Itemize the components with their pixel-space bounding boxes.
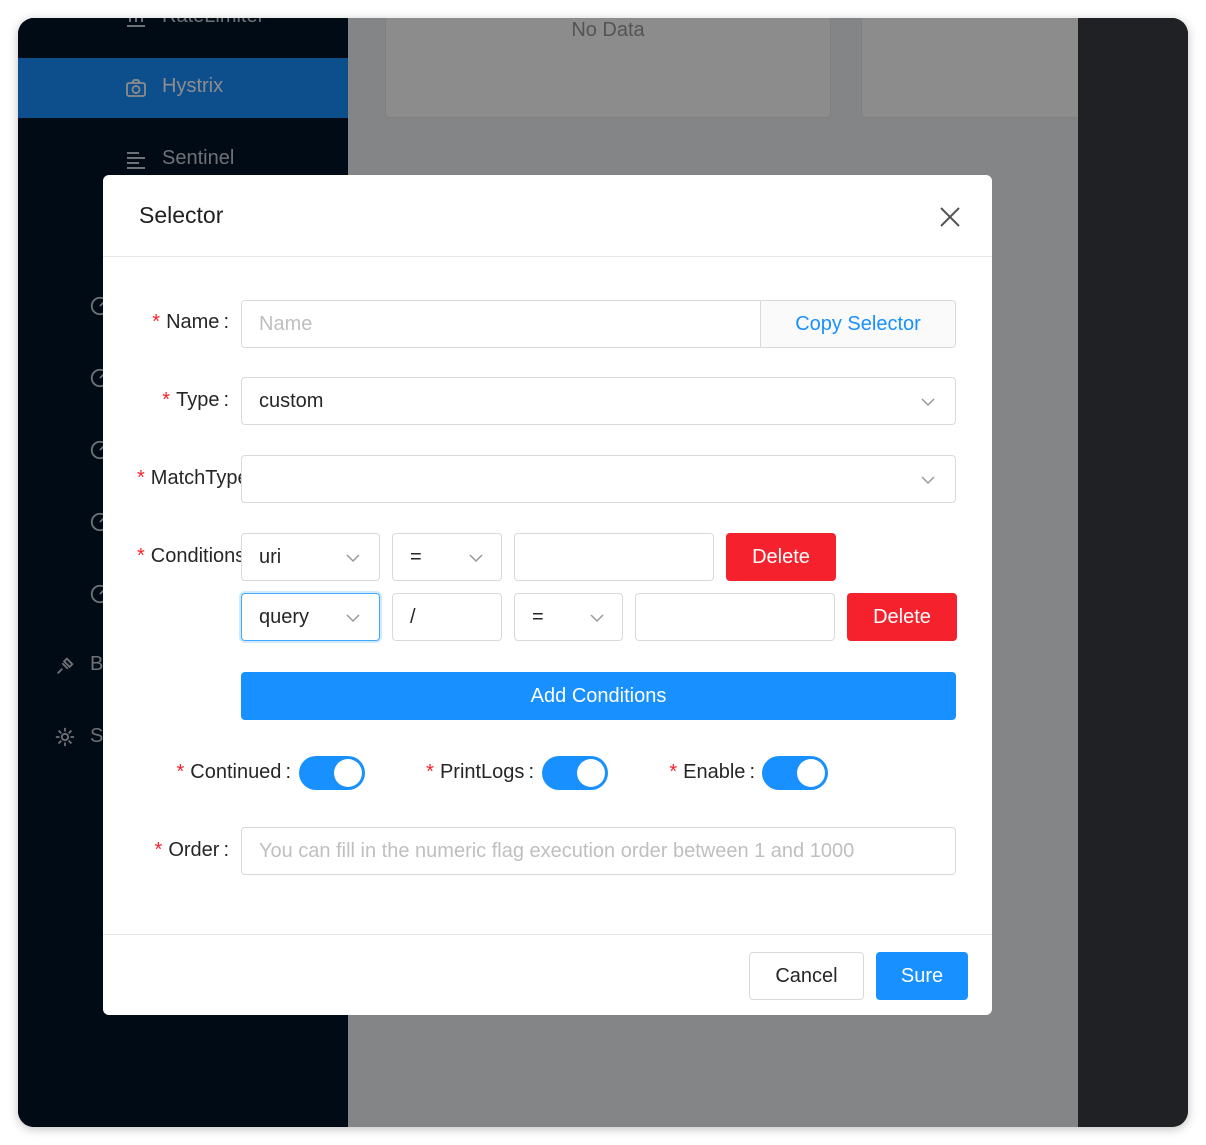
sure-button[interactable]: Sure bbox=[876, 952, 968, 1000]
order-input[interactable] bbox=[241, 827, 956, 875]
continued-switch[interactable] bbox=[299, 756, 365, 790]
switch-knob bbox=[577, 759, 605, 787]
condition-operator-value: = bbox=[410, 546, 422, 568]
condition-param-type-value: uri bbox=[259, 546, 282, 568]
chevron-down-icon bbox=[469, 554, 483, 563]
print-logs-label: * PrintLogs: bbox=[426, 761, 534, 783]
match-type-select[interactable] bbox=[241, 455, 956, 503]
type-label: * Type: bbox=[162, 389, 229, 411]
condition-value-input[interactable] bbox=[514, 533, 714, 581]
condition-value-input[interactable] bbox=[635, 593, 835, 641]
delete-condition-button[interactable]: Delete bbox=[847, 593, 957, 641]
print-logs-switch[interactable] bbox=[542, 756, 608, 790]
modal-header: Selector bbox=[103, 175, 992, 257]
chevron-down-icon bbox=[346, 614, 360, 623]
cancel-button[interactable]: Cancel bbox=[749, 952, 864, 1000]
switch-knob bbox=[334, 759, 362, 787]
enable-label: * Enable: bbox=[669, 761, 755, 783]
conditions-label: * Conditions bbox=[137, 545, 241, 567]
name-label: * Name: bbox=[152, 311, 229, 333]
condition-operator-select[interactable]: = bbox=[392, 533, 502, 581]
enable-switch[interactable] bbox=[762, 756, 828, 790]
type-select[interactable]: custom bbox=[241, 377, 956, 425]
app-window: RateLimiter Hystrix Sentinel B S No Data… bbox=[18, 18, 1188, 1127]
condition-operator-select[interactable]: = bbox=[514, 593, 623, 641]
switch-knob bbox=[797, 759, 825, 787]
chevron-down-icon bbox=[346, 554, 360, 563]
chevron-down-icon bbox=[921, 398, 935, 407]
chevron-down-icon bbox=[921, 476, 935, 485]
order-label: * Order: bbox=[154, 839, 229, 861]
selector-modal: Selector *Name: Copy Selector *Type: cus… bbox=[103, 175, 992, 1015]
condition-param-name-input[interactable] bbox=[392, 593, 502, 641]
type-value: custom bbox=[259, 390, 324, 412]
match-type-label: * MatchType bbox=[137, 467, 241, 489]
add-conditions-button[interactable]: Add Conditions bbox=[241, 672, 956, 720]
condition-param-type-select[interactable]: query bbox=[241, 593, 380, 641]
close-icon[interactable] bbox=[935, 202, 965, 232]
delete-condition-button[interactable]: Delete bbox=[726, 533, 836, 581]
modal-footer: Cancel Sure bbox=[103, 934, 992, 1015]
copy-selector-button[interactable]: Copy Selector bbox=[760, 300, 956, 348]
continued-label: * Continued: bbox=[176, 761, 291, 783]
right-panel bbox=[1078, 18, 1188, 1127]
condition-param-type-select[interactable]: uri bbox=[241, 533, 380, 581]
modal-title: Selector bbox=[139, 202, 224, 228]
chevron-down-icon bbox=[590, 614, 604, 623]
name-input[interactable] bbox=[241, 300, 762, 348]
condition-param-type-value: query bbox=[259, 606, 310, 628]
condition-operator-value: = bbox=[532, 606, 544, 628]
